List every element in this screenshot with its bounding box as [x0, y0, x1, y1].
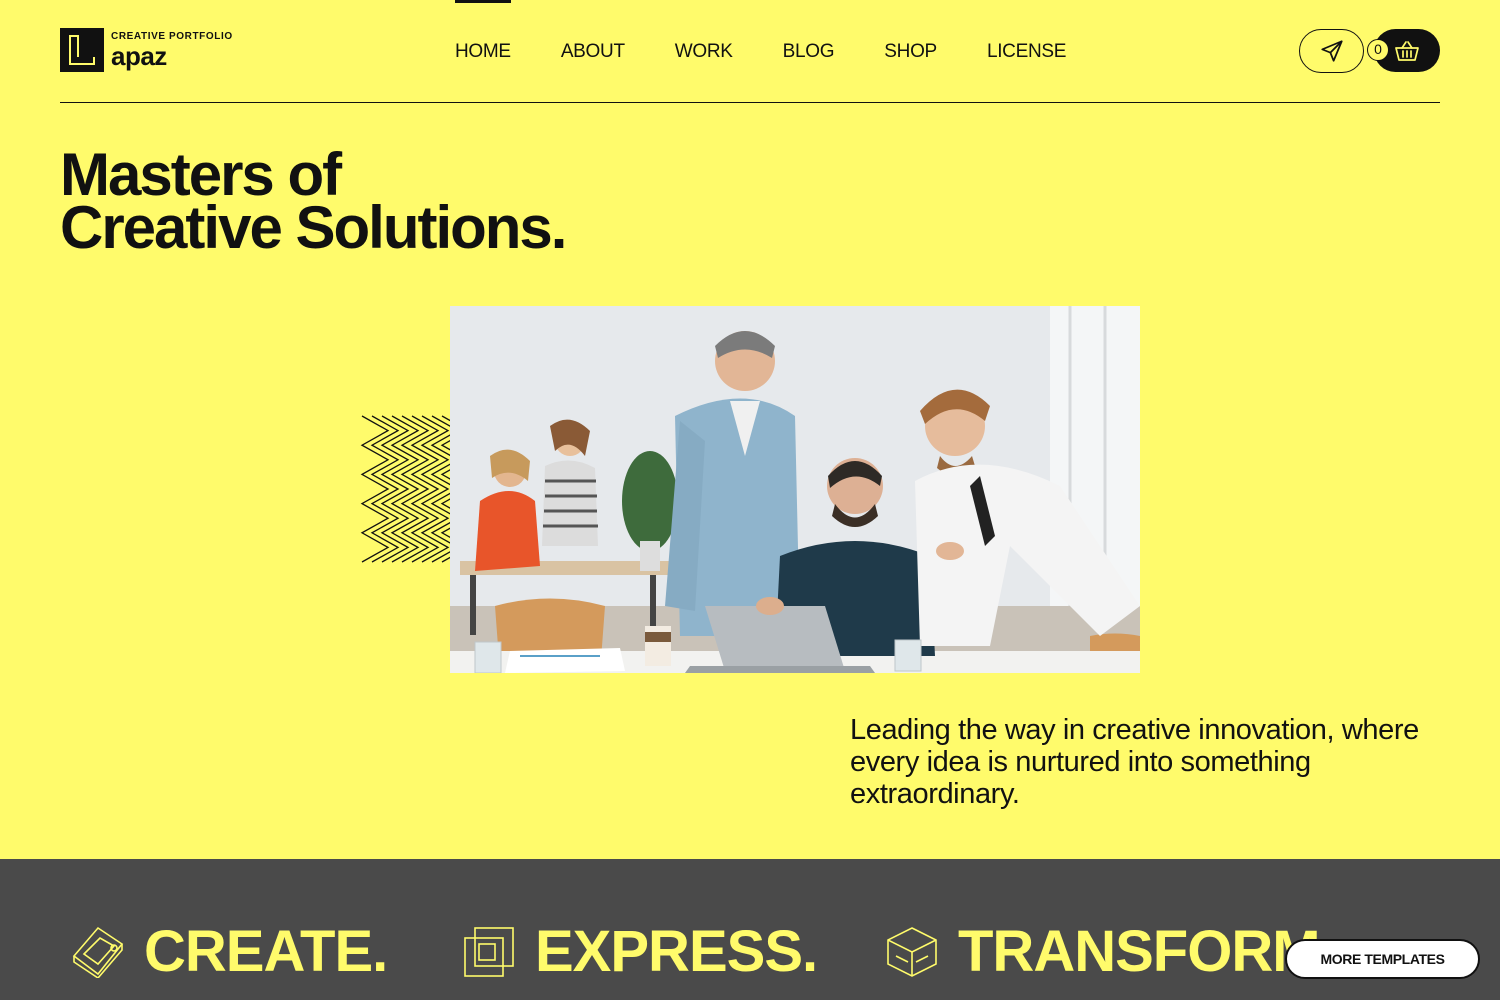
nav-item-about[interactable]: ABOUT	[561, 0, 625, 103]
logo-mark-icon	[60, 28, 104, 72]
marquee-band: CREATE. EXPRESS. TRANSFORM	[0, 859, 1500, 1000]
nav-item-license[interactable]: LICENSE	[987, 0, 1067, 103]
contact-button[interactable]	[1299, 29, 1364, 73]
band-word-express: EXPRESS.	[535, 919, 818, 984]
main-nav: HOME ABOUT WORK BLOG SHOP LICENSE	[455, 0, 1116, 103]
logo-name: apaz	[111, 40, 167, 71]
stacked-squares-icon	[464, 927, 514, 977]
nav-item-work[interactable]: WORK	[675, 0, 733, 103]
logo-tagline: CREATIVE PORTFOLIO	[111, 30, 233, 42]
hero-title-line2: Creative Solutions.	[60, 194, 567, 261]
nav-item-home[interactable]: HOME	[455, 0, 511, 103]
hero-team-photo	[450, 306, 1140, 673]
nav-item-blog[interactable]: BLOG	[783, 0, 835, 103]
band-item-create: CREATE.	[72, 919, 388, 984]
cart-count-badge: 0	[1367, 39, 1389, 61]
cube-icon	[887, 927, 937, 977]
band-word-transform: TRANSFORM	[958, 919, 1321, 984]
site-header: CREATIVE PORTFOLIO apaz HOME ABOUT WORK …	[60, 0, 1440, 103]
basket-icon	[1395, 40, 1419, 61]
nav-item-shop[interactable]: SHOP	[884, 0, 937, 103]
band-item-transform: TRANSFORM	[886, 919, 1321, 984]
band-item-express: EXPRESS.	[463, 919, 818, 984]
paper-plane-icon	[1320, 40, 1343, 62]
logo[interactable]: CREATIVE PORTFOLIO apaz	[60, 28, 233, 72]
more-templates-button[interactable]: MORE TEMPLATES	[1285, 939, 1480, 979]
band-word-create: CREATE.	[144, 919, 388, 984]
hero-title: Masters of Creative Solutions.	[60, 145, 567, 261]
hero-description: Leading the way in creative innovation, …	[850, 714, 1419, 810]
isometric-tile-icon	[72, 926, 124, 978]
